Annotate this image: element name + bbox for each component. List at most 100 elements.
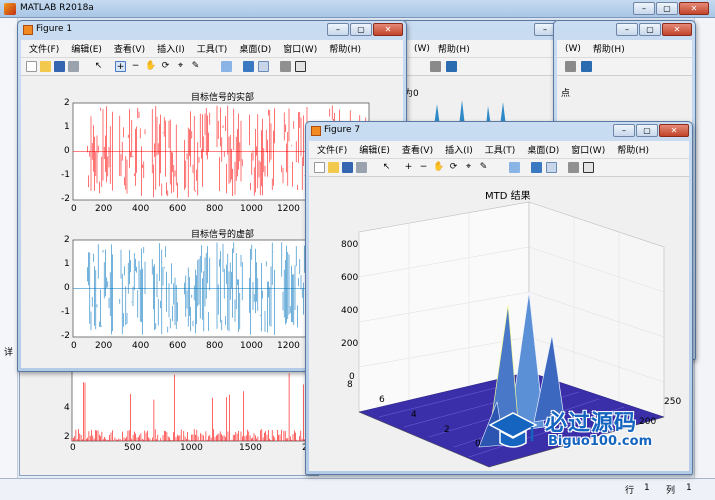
bottom-xtick: 500 [124, 443, 142, 453]
bottom-plot [71, 370, 320, 442]
figure-icon [23, 25, 33, 35]
figure-window-bottom[interactable]: 4 2 0 0 500 1000 1500 2 [19, 360, 320, 476]
menu-item-view[interactable]: 查看(V) [402, 143, 433, 156]
rotate-icon[interactable]: ⟳ [160, 61, 171, 72]
p2-ytick: 0 [64, 283, 70, 293]
p1-xtick: 200 [95, 204, 113, 214]
rotate-icon[interactable]: ⟳ [448, 162, 459, 173]
figure-icon [311, 126, 321, 136]
menu-item-tools[interactable]: 工具(T) [485, 143, 516, 156]
print-icon[interactable] [356, 162, 367, 173]
p1-xtick: 1000 [240, 204, 263, 214]
pan-icon[interactable]: ✋ [145, 61, 156, 72]
data-cursor-icon[interactable]: ⌖ [175, 61, 186, 72]
print-icon[interactable] [68, 61, 79, 72]
menu-item-desktop[interactable]: 桌面(D) [527, 143, 559, 156]
status-bar: 行 1 列 1 [0, 478, 715, 500]
fig-right-menu: (W) 帮助(H) [557, 40, 692, 58]
tool-icon[interactable] [430, 61, 441, 72]
legend-icon[interactable] [546, 162, 557, 173]
bottom-ytick-2: 2 [64, 432, 70, 442]
menu-item-insert[interactable]: 插入(I) [445, 143, 473, 156]
p1-ytick: 2 [64, 98, 70, 108]
menu-item-tools[interactable]: 工具(T) [197, 42, 228, 55]
fig7-menu: 文件(F) 编辑(E) 查看(V) 插入(I) 工具(T) 桌面(D) 窗口(W… [309, 141, 689, 159]
menu-item-help[interactable]: 帮助(H) [617, 143, 649, 156]
maximize-button[interactable]: ▢ [639, 23, 661, 36]
p2-xtick: 400 [132, 341, 150, 351]
close-button[interactable]: ✕ [373, 23, 403, 36]
tool-icon[interactable] [446, 61, 457, 72]
maximize-button[interactable]: ▢ [350, 23, 372, 36]
y-tick: 6 [379, 395, 385, 405]
y-tick: 4 [411, 410, 417, 420]
zoom-out-icon[interactable]: − [130, 61, 141, 72]
brush-icon[interactable]: ✎ [478, 162, 489, 173]
figure-7-title: Figure 7 [324, 125, 361, 135]
colorbar-icon[interactable] [243, 61, 254, 72]
minimize-button[interactable]: – [327, 23, 349, 36]
bottom-ytick-4: 4 [64, 403, 70, 413]
show-tools-icon[interactable] [295, 61, 306, 72]
menu-item-help[interactable]: 帮助(H) [593, 42, 625, 55]
tool-icon[interactable] [565, 61, 576, 72]
brush-icon[interactable]: ✎ [190, 61, 201, 72]
menu-item-help[interactable]: 帮助(H) [329, 42, 361, 55]
fig1-controls: – ▢ ✕ [327, 23, 403, 36]
menu-item-window[interactable]: 窗口(W) [283, 42, 317, 55]
menu-item-file[interactable]: 文件(F) [29, 42, 59, 55]
save-icon[interactable] [54, 61, 65, 72]
menu-item-insert[interactable]: 插入(I) [157, 42, 185, 55]
y-tick: 8 [347, 380, 353, 390]
minimize-button[interactable]: – [613, 124, 635, 137]
menu-item-view[interactable]: 查看(V) [114, 42, 145, 55]
open-folder-icon[interactable] [328, 162, 339, 173]
menu-item-window[interactable]: (W) [414, 44, 430, 54]
maximize-button[interactable]: ▢ [656, 2, 678, 15]
hide-tools-icon[interactable] [568, 162, 579, 173]
save-icon[interactable] [342, 162, 353, 173]
link-plot-icon[interactable] [221, 61, 232, 72]
data-cursor-icon[interactable]: ⌖ [463, 162, 474, 173]
minimize-button[interactable]: – [633, 2, 655, 15]
tool-icon[interactable] [581, 61, 592, 72]
zoom-in-icon[interactable]: + [403, 162, 414, 173]
colorbar-icon[interactable] [531, 162, 542, 173]
menu-item-edit[interactable]: 编辑(E) [359, 143, 390, 156]
close-button[interactable]: ✕ [659, 124, 689, 137]
p2-xtick: 800 [206, 341, 224, 351]
p2-xtick: 1200 [277, 341, 300, 351]
p2-xtick: 200 [95, 341, 113, 351]
pan-icon[interactable]: ✋ [433, 162, 444, 173]
close-button[interactable]: ✕ [662, 23, 692, 36]
menu-item-desktop[interactable]: 桌面(D) [239, 42, 271, 55]
menu-item-edit[interactable]: 编辑(E) [71, 42, 102, 55]
matlab-logo-icon [4, 3, 16, 15]
minimize-button[interactable]: – [616, 23, 638, 36]
pointer-icon[interactable]: ↖ [93, 61, 104, 72]
zoom-out-icon[interactable]: − [418, 162, 429, 173]
legend-icon[interactable] [258, 61, 269, 72]
status-row-label: 行 [625, 486, 635, 496]
zoom-in-icon[interactable]: + [115, 61, 126, 72]
pointer-icon[interactable]: ↖ [381, 162, 392, 173]
p2-xtick: 600 [169, 341, 187, 351]
menu-item-window[interactable]: (W) [565, 44, 581, 54]
app-title: MATLAB R2018a [20, 3, 94, 13]
p1-xtick: 800 [206, 204, 224, 214]
open-folder-icon[interactable] [40, 61, 51, 72]
menu-item-help[interactable]: 帮助(H) [438, 42, 470, 55]
menu-item-file[interactable]: 文件(F) [317, 143, 347, 156]
close-button[interactable]: ✕ [679, 2, 709, 15]
p1-xtick: 400 [132, 204, 150, 214]
new-file-icon[interactable] [26, 61, 37, 72]
x-tick: 250 [664, 397, 682, 407]
hide-tools-icon[interactable] [280, 61, 291, 72]
maximize-button[interactable]: ▢ [636, 124, 658, 137]
p1-ytick: -2 [61, 194, 70, 204]
new-file-icon[interactable] [314, 162, 325, 173]
fig1-toolbar: ↖ + − ✋ ⟳ ⌖ ✎ [21, 58, 403, 76]
menu-item-window[interactable]: 窗口(W) [571, 143, 605, 156]
link-plot-icon[interactable] [509, 162, 520, 173]
show-tools-icon[interactable] [583, 162, 594, 173]
